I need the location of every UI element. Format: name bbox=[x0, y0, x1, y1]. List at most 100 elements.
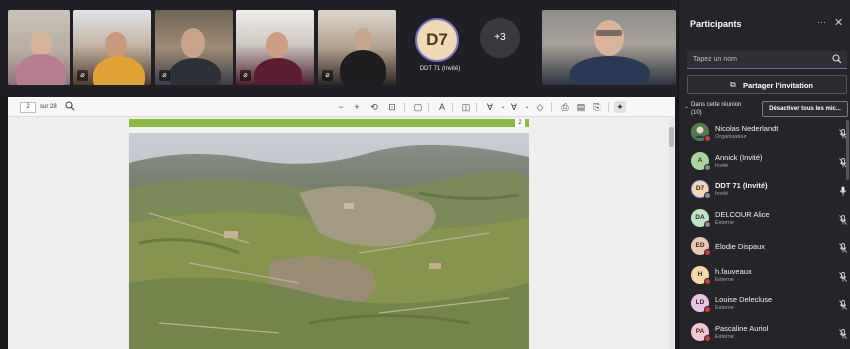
participant-face bbox=[181, 28, 205, 58]
search-icon[interactable] bbox=[64, 101, 76, 113]
toolbar-divider bbox=[428, 102, 429, 112]
participant-face bbox=[30, 32, 52, 56]
page-total: sur 28 bbox=[40, 104, 57, 110]
presence-status-icon bbox=[704, 277, 711, 285]
zoom-in-icon[interactable]: + bbox=[351, 101, 363, 113]
mic-off-icon[interactable] bbox=[839, 269, 847, 282]
participant-body bbox=[570, 56, 650, 85]
participant-role: Externe bbox=[715, 276, 734, 283]
participant-body bbox=[340, 50, 386, 85]
participant-name: Pascaline Auriol bbox=[715, 323, 769, 333]
participant-face bbox=[266, 32, 288, 58]
search-icon bbox=[832, 54, 842, 64]
rotate-icon[interactable]: ⟲ bbox=[368, 101, 380, 113]
participant-avatar: D7 bbox=[415, 18, 459, 62]
video-tile[interactable]: ⌀ bbox=[155, 10, 233, 85]
save-as-icon[interactable]: ⎘ bbox=[591, 101, 603, 113]
participant-row[interactable]: A Annick (Invité) Invité bbox=[679, 150, 850, 172]
toolbar-divider bbox=[551, 102, 552, 112]
in-meeting-section-label[interactable]: Dans cette réunion (10) bbox=[691, 101, 751, 117]
vertical-scrollbar[interactable] bbox=[669, 119, 674, 349]
pdf-page: 2 bbox=[129, 119, 529, 349]
video-tile[interactable]: ⌀ bbox=[318, 10, 396, 85]
mic-off-icon[interactable] bbox=[839, 240, 847, 253]
video-tile[interactable]: ⌀ bbox=[236, 10, 314, 85]
search-placeholder: Tapez un nom bbox=[693, 56, 737, 63]
participant-row[interactable]: DA DELCOUR Alice Externe bbox=[679, 207, 850, 229]
page-view-icon[interactable]: ▢ bbox=[412, 101, 424, 113]
document-viewer: 2 sur 28 − + ⟲ ⊡ ▢ A ◫ ∀ ⌄ ∀ ⌄ ◇ ⎙ ▤ ⎘ ✦… bbox=[8, 97, 675, 349]
mic-off-icon[interactable] bbox=[839, 326, 847, 339]
participant-role: Organisateur bbox=[715, 134, 747, 140]
participant-row[interactable]: ED Elodie Dispaux bbox=[679, 235, 850, 257]
video-strip: ⌀ ⌀ ⌀ ⌀ D7 DDT 71 (Invité) +3 bbox=[0, 0, 678, 97]
share-icon: ⧉ bbox=[730, 80, 736, 89]
scrollbar-thumb[interactable] bbox=[669, 127, 674, 147]
participants-panel: Participants ··· ✕ Tapez un nom ⧉ Partag… bbox=[678, 0, 850, 349]
participant-name: Louise Delecluse bbox=[715, 295, 773, 304]
mic-off-icon: ⌀ bbox=[77, 70, 88, 81]
presence-status-icon bbox=[704, 220, 711, 228]
participant-name: h.fauveaux bbox=[715, 266, 752, 276]
participant-body bbox=[254, 58, 302, 85]
toolbar-divider bbox=[452, 102, 453, 112]
participant-name: Nicolas Nederlandt bbox=[715, 124, 779, 133]
highlight-icon[interactable]: ∀ bbox=[508, 101, 520, 113]
read-aloud-icon[interactable]: A bbox=[436, 101, 448, 113]
participant-body bbox=[93, 56, 145, 85]
draw-icon[interactable]: ∀ bbox=[484, 101, 496, 113]
participant-role: Externe bbox=[715, 305, 734, 311]
presence-status-icon bbox=[704, 249, 711, 256]
page-number-input[interactable]: 2 bbox=[20, 102, 36, 113]
share-invite-label: Partager l’invitation bbox=[743, 81, 814, 90]
participant-row[interactable]: D7 DDT 71 (Invité) Invité bbox=[679, 178, 850, 200]
share-invite-button[interactable]: ⧉ Partager l’invitation bbox=[687, 75, 847, 94]
participant-face bbox=[594, 20, 624, 56]
video-tile[interactable] bbox=[8, 10, 70, 85]
participant-role: Invité bbox=[715, 162, 729, 169]
participant-body bbox=[169, 58, 221, 85]
avatar-tile[interactable]: D7 DDT 71 (Invité) bbox=[399, 10, 478, 85]
close-icon[interactable]: ✕ bbox=[834, 16, 843, 29]
participant-row[interactable]: PA Pascaline Auriol Externe bbox=[679, 321, 850, 343]
panel-scrollbar[interactable] bbox=[846, 120, 849, 180]
participant-name: DELCOUR Alice bbox=[715, 209, 770, 219]
mute-all-button[interactable]: Désactiver tous les mic... bbox=[762, 101, 848, 117]
presence-status-icon bbox=[704, 192, 711, 199]
participant-search-input[interactable]: Tapez un nom bbox=[687, 51, 847, 69]
eraser-icon[interactable]: ◇ bbox=[534, 101, 546, 113]
zoom-out-icon[interactable]: − bbox=[335, 101, 347, 113]
pin-icon[interactable]: ✦ bbox=[614, 101, 626, 113]
save-icon[interactable]: ▤ bbox=[575, 101, 587, 113]
participant-name: DDT 71 (Invité) bbox=[715, 181, 768, 190]
participant-name: Annick (Invité) bbox=[715, 152, 763, 162]
landscape-photo bbox=[129, 133, 529, 349]
glasses-icon bbox=[596, 30, 622, 36]
print-icon[interactable]: ⎙ bbox=[559, 101, 571, 113]
presence-status-icon bbox=[704, 334, 711, 342]
toolbar-divider bbox=[404, 102, 405, 112]
mic-off-icon[interactable] bbox=[839, 297, 847, 310]
pdf-toolbar: 2 sur 28 − + ⟲ ⊡ ▢ A ◫ ∀ ⌄ ∀ ⌄ ◇ ⎙ ▤ ⎘ ✦ bbox=[8, 97, 675, 117]
participant-row[interactable]: Nicolas Nederlandt Organisateur bbox=[679, 121, 850, 143]
fit-page-icon[interactable]: ⊡ bbox=[386, 101, 398, 113]
participant-body bbox=[16, 54, 66, 85]
chevron-down-icon[interactable]: ⌄ bbox=[521, 101, 533, 113]
page-header-band: 2 bbox=[129, 119, 529, 127]
presence-status-icon bbox=[704, 135, 711, 142]
participant-role: Externe bbox=[715, 333, 734, 340]
mic-off-icon: ⌀ bbox=[322, 70, 333, 81]
participant-row[interactable]: LD Louise Delecluse Externe bbox=[679, 292, 850, 314]
mic-off-icon[interactable] bbox=[839, 212, 847, 225]
more-options-icon[interactable]: ··· bbox=[817, 17, 826, 27]
mic-on-icon[interactable] bbox=[839, 183, 847, 196]
video-tile[interactable]: ⌀ bbox=[73, 10, 151, 85]
two-page-icon[interactable]: ◫ bbox=[460, 101, 472, 113]
video-tile[interactable] bbox=[542, 10, 676, 85]
toolbar-divider bbox=[476, 102, 477, 112]
more-participants-button[interactable]: +3 bbox=[480, 18, 520, 58]
chevron-down-icon[interactable]: ⌄ bbox=[684, 103, 689, 110]
presence-status-icon bbox=[704, 306, 711, 313]
participant-row[interactable]: Hh.fauveaux Externe bbox=[679, 264, 850, 286]
presence-status-icon bbox=[704, 163, 711, 171]
